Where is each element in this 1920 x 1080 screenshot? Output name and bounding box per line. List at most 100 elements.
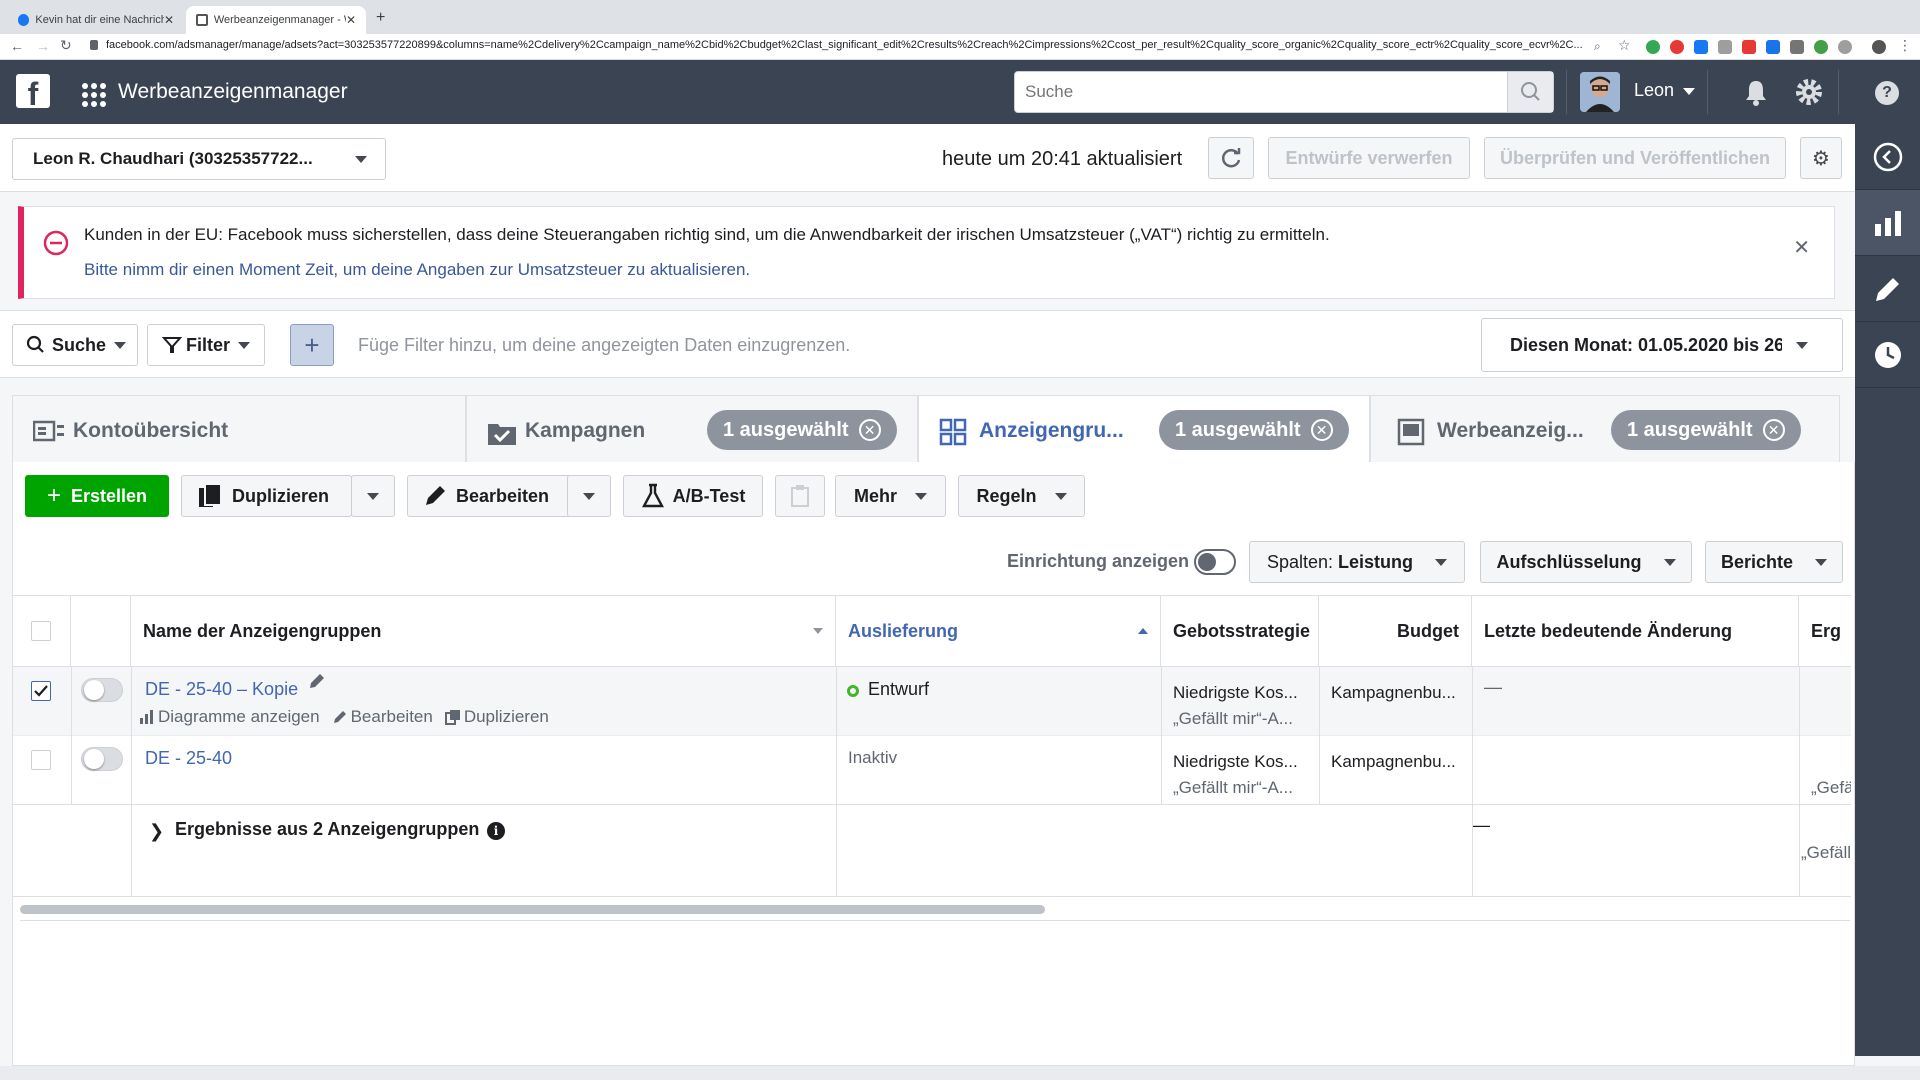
settings-gear-icon[interactable]: ⚙ xyxy=(1800,137,1842,179)
columns-dropdown[interactable]: Spalten: Leistung xyxy=(1249,541,1465,583)
summary-last-edit: — xyxy=(1472,815,1490,835)
extension-icon[interactable] xyxy=(1694,40,1708,54)
zoom-icon[interactable]: ⌕ xyxy=(1594,39,1601,54)
ads-icon xyxy=(1397,418,1425,446)
column-header-bid-strategy[interactable]: Gebotsstrategie xyxy=(1161,595,1319,667)
column-header-name[interactable]: Name der Anzeigengruppen xyxy=(131,595,836,667)
star-icon[interactable]: ☆ xyxy=(1618,37,1631,54)
extension-icon[interactable] xyxy=(1790,40,1804,54)
url-text[interactable]: facebook.com/adsmanager/manage/adsets?ac… xyxy=(106,39,1586,51)
search-input[interactable] xyxy=(1025,82,1505,102)
more-button[interactable]: Mehr xyxy=(835,475,946,517)
extension-icon[interactable] xyxy=(1670,40,1684,54)
duplicate-button[interactable]: Duplizieren xyxy=(181,475,352,517)
notifications-bell-icon[interactable] xyxy=(1742,78,1770,106)
selected-pill[interactable]: 1 ausgewählt ✕ xyxy=(1159,410,1349,450)
edit-panel-button[interactable] xyxy=(1855,256,1920,322)
browser-tab-active[interactable]: Werbeanzeigenmanager - Wer ✕ xyxy=(186,6,366,34)
row-checkbox-checked[interactable] xyxy=(31,681,51,701)
right-side-rail xyxy=(1855,124,1920,1056)
view-charts-link[interactable]: Diagramme anzeigen xyxy=(158,707,320,727)
table-row[interactable] xyxy=(13,736,1851,805)
tab-adsets[interactable]: Anzeigengru... 1 ausgewählt ✕ xyxy=(918,395,1370,463)
row-toggle[interactable] xyxy=(81,747,123,771)
apps-grid-icon[interactable] xyxy=(82,83,106,107)
column-header-budget[interactable]: Budget xyxy=(1319,595,1472,667)
ab-test-button[interactable]: A/B-Test xyxy=(623,475,763,517)
extension-icon[interactable] xyxy=(1646,40,1660,54)
clock-icon xyxy=(1874,341,1901,368)
user-menu-chevron-down-icon[interactable] xyxy=(1683,88,1695,95)
close-icon[interactable]: ✕ xyxy=(1793,235,1810,260)
row-toggle[interactable] xyxy=(81,678,123,702)
menu-dots-icon[interactable]: ⋮ xyxy=(1898,37,1912,54)
search-button[interactable] xyxy=(1507,72,1553,112)
summary-label[interactable]: Ergebnisse aus 2 Anzeigengruppen xyxy=(175,819,479,840)
duplicate-link[interactable]: Duplizieren xyxy=(464,707,549,727)
tab-campaigns[interactable]: Kampagnen 1 ausgewählt ✕ xyxy=(466,395,918,463)
filter-dropdown-button[interactable]: Filter xyxy=(147,324,265,366)
adset-name-link[interactable]: DE - 25-40 xyxy=(145,748,232,769)
browser-tab[interactable]: Kevin hat dir eine Nachricht ge ✕ xyxy=(8,6,184,34)
app-title[interactable]: Werbeanzeigenmanager xyxy=(118,80,348,104)
date-range-picker[interactable]: Diesen Monat: 01.05.2020 bis 26 xyxy=(1481,318,1843,372)
column-header-last-edit[interactable]: Letzte bedeutende Änderung xyxy=(1472,595,1799,667)
profile-avatar-icon[interactable] xyxy=(1872,40,1886,54)
selected-pill[interactable]: 1 ausgewählt ✕ xyxy=(1611,410,1801,450)
rules-button[interactable]: Regeln xyxy=(958,475,1085,517)
search-dropdown-button[interactable]: Suche xyxy=(12,324,138,366)
add-filter-plus-icon[interactable]: + xyxy=(290,324,334,366)
adset-name-link[interactable]: DE - 25-40 – Kopie xyxy=(145,679,298,700)
expand-chevron-right-icon[interactable]: ❯ xyxy=(149,821,164,842)
back-icon[interactable]: ← xyxy=(10,38,24,54)
filter-placeholder[interactable]: Füge Filter hinzu, um deine angezeigten … xyxy=(358,335,850,356)
close-tab-icon[interactable]: ✕ xyxy=(164,13,174,27)
column-header-delivery[interactable]: Auslieferung xyxy=(836,595,1161,667)
forward-icon[interactable]: → xyxy=(36,38,50,54)
extension-icon[interactable] xyxy=(1814,40,1828,54)
review-publish-button[interactable]: Überprüfen und Veröffentlichen xyxy=(1484,137,1786,179)
facebook-logo-icon[interactable]: f xyxy=(16,74,50,108)
edit-button[interactable]: Bearbeiten xyxy=(407,475,574,517)
tab-account-overview[interactable]: Kontoübersicht xyxy=(12,395,466,463)
breakdown-dropdown[interactable]: Aufschlüsselung xyxy=(1480,541,1692,583)
reports-dropdown[interactable]: Berichte xyxy=(1705,541,1843,583)
discard-drafts-button[interactable]: Entwürfe verwerfen xyxy=(1268,137,1470,179)
edit-dropdown[interactable] xyxy=(567,475,611,517)
extension-icon[interactable] xyxy=(1742,40,1756,54)
clear-selection-icon[interactable]: ✕ xyxy=(1310,419,1333,441)
browser-tab-bar: Kevin hat dir eine Nachricht ge ✕ Werbea… xyxy=(0,0,1920,34)
row-checkbox[interactable] xyxy=(31,750,51,770)
extension-icon[interactable] xyxy=(1766,40,1780,54)
horizontal-scrollbar[interactable] xyxy=(20,905,1045,914)
extension-icon[interactable] xyxy=(1838,40,1852,54)
user-name[interactable]: Leon xyxy=(1634,80,1674,101)
settings-gear-icon[interactable] xyxy=(1794,77,1824,107)
duplicate-dropdown[interactable] xyxy=(351,475,395,517)
tab-ads[interactable]: Werbeanzeig... 1 ausgewählt ✕ xyxy=(1370,395,1840,463)
help-icon[interactable]: ? xyxy=(1875,81,1899,105)
clear-selection-icon[interactable]: ✕ xyxy=(1762,419,1785,441)
account-selector[interactable]: Leon R. Chaudhari (30325357722... xyxy=(12,138,386,180)
history-panel-button[interactable] xyxy=(1855,322,1920,388)
column-header-results[interactable]: Erg xyxy=(1799,595,1851,667)
close-tab-icon[interactable]: ✕ xyxy=(346,13,356,27)
reload-icon[interactable]: ↻ xyxy=(60,37,72,54)
create-button[interactable]: + Erstellen xyxy=(25,475,169,517)
charts-panel-button[interactable] xyxy=(1855,190,1920,256)
pencil-icon[interactable] xyxy=(307,671,327,691)
clear-selection-icon[interactable]: ✕ xyxy=(858,419,881,441)
edit-link[interactable]: Bearbeiten xyxy=(351,707,433,727)
alert-link[interactable]: Bitte nimm dir einen Moment Zeit, um dei… xyxy=(84,260,750,280)
refresh-button[interactable] xyxy=(1208,137,1254,179)
info-icon[interactable]: i xyxy=(487,822,505,840)
new-tab-icon[interactable]: + xyxy=(376,9,385,27)
show-setup-toggle[interactable] xyxy=(1194,549,1236,575)
clipboard-icon[interactable] xyxy=(775,475,825,517)
selected-pill[interactable]: 1 ausgewählt ✕ xyxy=(707,410,897,450)
avatar[interactable] xyxy=(1580,72,1620,112)
chevron-down-icon xyxy=(355,155,367,163)
logo-letter: f xyxy=(27,76,39,108)
collapse-panel-button[interactable] xyxy=(1855,124,1920,190)
extension-icon[interactable] xyxy=(1718,40,1732,54)
